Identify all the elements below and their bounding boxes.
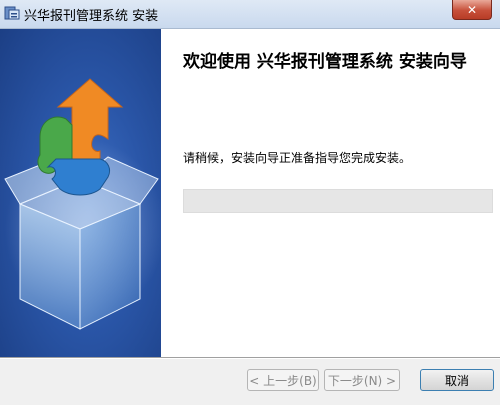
welcome-heading: 欢迎使用 兴华报刊管理系统 安装向导 [183, 52, 467, 72]
back-button[interactable]: < 上一步(B) [247, 369, 319, 391]
installer-banner [0, 29, 161, 357]
progress-bar [183, 189, 493, 213]
installer-app-icon [4, 6, 20, 20]
footer-divider [0, 357, 500, 359]
next-button[interactable]: 下一步(N) > [324, 369, 400, 391]
puzzle-box-graphic [4, 78, 161, 330]
content-panel: 欢迎使用 兴华报刊管理系统 安装向导 请稍候，安装向导正准备指导您完成安装。 [161, 29, 500, 357]
cancel-button[interactable]: 取消 [420, 369, 494, 391]
close-button[interactable]: ✕ [452, 0, 492, 20]
installer-window: 兴华报刊管理系统 安装 ✕ 欢迎使用 兴华报刊管理系统 安装向导 请稍候，安装向… [0, 0, 500, 405]
title-bar[interactable]: 兴华报刊管理系统 安装 ✕ [0, 0, 500, 29]
window-title: 兴华报刊管理系统 安装 [24, 9, 159, 24]
status-message: 请稍候，安装向导正准备指导您完成安装。 [183, 151, 412, 165]
close-icon: ✕ [466, 2, 478, 17]
